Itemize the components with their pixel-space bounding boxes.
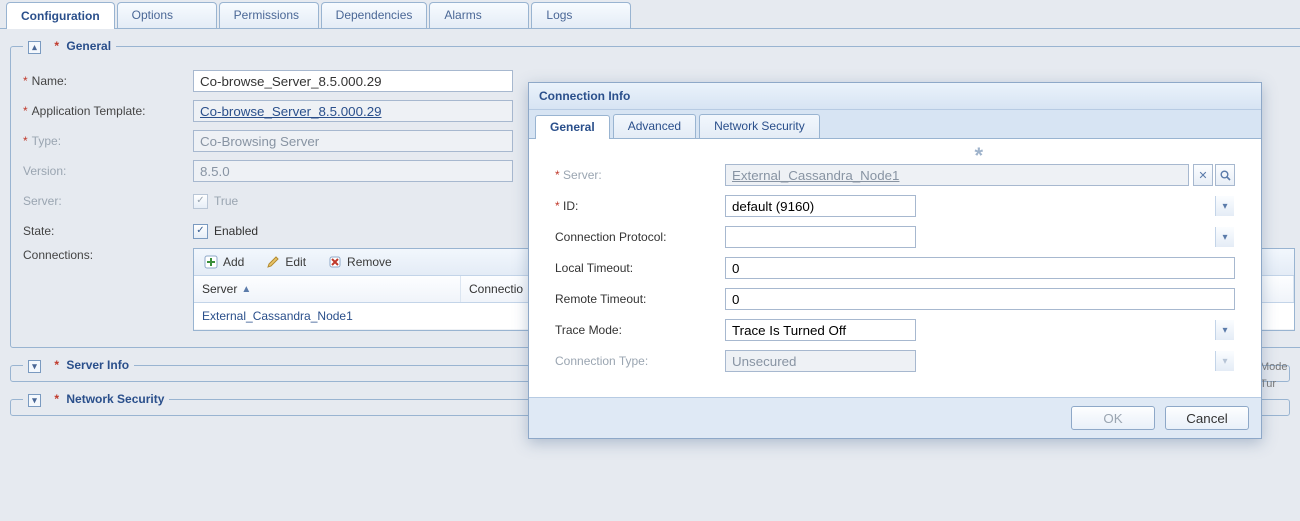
- chevron-down-icon[interactable]: ▾: [1215, 320, 1234, 340]
- dialog-remote-timeout-label: Remote Timeout:: [555, 292, 725, 306]
- type-label: *Type:: [23, 134, 193, 148]
- dialog-tab-network-security[interactable]: Network Security: [699, 114, 820, 138]
- dialog-local-timeout-label: Local Timeout:: [555, 261, 725, 275]
- group-server-info-toggle[interactable]: ▾: [28, 360, 47, 373]
- dialog-id-label: ID:: [555, 199, 725, 213]
- dialog-server-input: [725, 164, 1189, 186]
- tab-alarms[interactable]: Alarms: [429, 2, 529, 28]
- dialog-tab-advanced[interactable]: Advanced: [613, 114, 696, 138]
- dialog-trace-select[interactable]: [725, 319, 916, 341]
- chevron-down-icon: ▾: [28, 394, 41, 407]
- clear-icon[interactable]: ✕: [1193, 164, 1213, 186]
- chevron-down-icon: ▾: [1215, 351, 1234, 371]
- dialog-row-id: ID: ▾: [555, 193, 1235, 219]
- dirty-indicator-icon: *: [974, 143, 983, 169]
- dialog-id-select[interactable]: [725, 195, 916, 217]
- dialog-protocol-select[interactable]: [725, 226, 916, 248]
- dialog-server-label: Server:: [555, 168, 725, 182]
- tab-logs[interactable]: Logs: [531, 2, 631, 28]
- connections-edit-button[interactable]: Edit: [262, 253, 310, 271]
- required-star-icon: *: [54, 358, 59, 372]
- dialog-protocol-label: Connection Protocol:: [555, 230, 725, 244]
- type-input: [193, 130, 513, 152]
- name-label: *Name:: [23, 74, 193, 88]
- dialog-row-trace: Trace Mode: ▾: [555, 317, 1235, 343]
- dialog-conn-type-select: [725, 350, 916, 372]
- state-text: Enabled: [214, 224, 258, 238]
- group-network-security-legend: ▾ * Network Security: [23, 392, 169, 407]
- server-flag-label: Server:: [23, 194, 193, 208]
- tab-dependencies[interactable]: Dependencies: [321, 2, 428, 28]
- cancel-button[interactable]: Cancel: [1165, 406, 1249, 430]
- server-flag-text: True: [214, 194, 238, 208]
- connections-row-server: External_Cassandra_Node1: [194, 303, 460, 329]
- group-network-security-toggle[interactable]: ▾: [28, 394, 47, 407]
- state-checkbox[interactable]: ✓: [193, 224, 208, 239]
- dialog-trace-label: Trace Mode:: [555, 323, 725, 337]
- dialog-local-timeout-input[interactable]: [725, 257, 1235, 279]
- connections-col-server[interactable]: Server ▲: [194, 276, 461, 302]
- template-label: *Application Template:: [23, 104, 193, 118]
- tab-permissions[interactable]: Permissions: [219, 2, 319, 28]
- pencil-icon: [266, 255, 280, 269]
- connections-add-button[interactable]: Add: [200, 253, 248, 271]
- group-general-toggle[interactable]: ▴: [28, 41, 47, 54]
- dialog-row-conn-type: Connection Type: ▾: [555, 348, 1235, 374]
- dialog-row-protocol: Connection Protocol: ▾: [555, 224, 1235, 250]
- chevron-down-icon: ▾: [28, 360, 41, 373]
- connection-info-dialog: Connection Info General Advanced Network…: [528, 82, 1262, 439]
- dialog-tab-general[interactable]: General: [535, 115, 610, 139]
- dialog-button-bar: OK Cancel: [529, 397, 1261, 438]
- tab-configuration[interactable]: Configuration: [6, 2, 115, 29]
- chevron-up-icon: ▴: [28, 41, 41, 54]
- ok-button[interactable]: OK: [1071, 406, 1155, 430]
- dialog-title: Connection Info: [529, 83, 1261, 110]
- connections-label: Connections:: [23, 248, 193, 262]
- chevron-down-icon[interactable]: ▾: [1215, 227, 1234, 247]
- dialog-row-remote-timeout: Remote Timeout:: [555, 286, 1235, 312]
- name-input[interactable]: [193, 70, 513, 92]
- group-general-legend: ▴ * General: [23, 39, 116, 54]
- dialog-remote-timeout-input[interactable]: [725, 288, 1235, 310]
- state-label: State:: [23, 224, 193, 238]
- dialog-conn-type-label: Connection Type:: [555, 354, 725, 368]
- tab-options[interactable]: Options: [117, 2, 217, 28]
- main-tabstrip: Configuration Options Permissions Depend…: [0, 0, 1300, 29]
- delete-icon: [328, 255, 342, 269]
- template-input[interactable]: [193, 100, 513, 122]
- sort-asc-icon: ▲: [241, 284, 251, 295]
- dialog-row-local-timeout: Local Timeout:: [555, 255, 1235, 281]
- version-label: Version:: [23, 164, 193, 178]
- chevron-down-icon[interactable]: ▾: [1215, 196, 1234, 216]
- dialog-tabstrip: General Advanced Network Security: [529, 110, 1261, 139]
- required-star-icon: *: [54, 392, 59, 406]
- dialog-body: * Server: ✕ ID: ▾: [529, 139, 1261, 397]
- plus-icon: [204, 255, 218, 269]
- dialog-row-server: Server: ✕: [555, 162, 1235, 188]
- group-server-info-legend: ▾ * Server Info: [23, 358, 134, 373]
- version-input: [193, 160, 513, 182]
- search-icon[interactable]: [1215, 164, 1235, 186]
- required-star-icon: *: [54, 39, 59, 53]
- server-checkbox: ✓: [193, 194, 208, 209]
- connections-remove-button[interactable]: Remove: [324, 253, 396, 271]
- truncated-columns-hint: Mode Tur: [1260, 359, 1294, 393]
